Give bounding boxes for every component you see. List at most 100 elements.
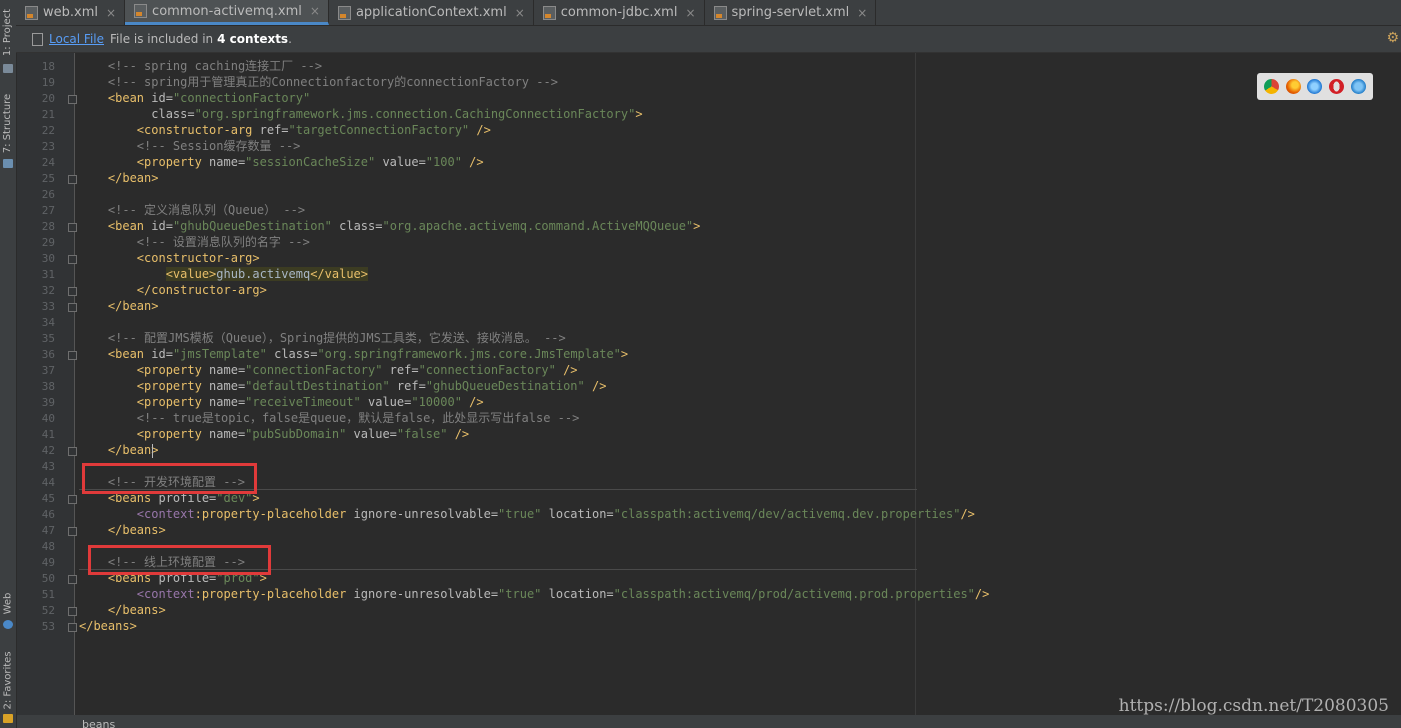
gear-icon[interactable]: ⚙ (1386, 30, 1399, 46)
annotation-box-prod (88, 545, 271, 575)
opera-icon[interactable] (1329, 79, 1345, 94)
close-icon[interactable]: × (515, 6, 525, 20)
code-editor[interactable]: 18 19 20 21 22 23 24 25 26 27 28 29 30 31 32 33 34 35 36 37… (17, 53, 1401, 715)
code-line: <context:property-placeholder ignore-unr… (136, 587, 990, 601)
code-line: class="org.springframework.jms.connectio… (151, 107, 643, 121)
code-line: <!-- 定义消息队列（Queue） --> (107, 203, 306, 217)
favorites-tool-tab[interactable]: 2: Favorites (0, 648, 16, 712)
close-icon[interactable]: × (106, 6, 116, 20)
context-info-bar: Local File File is included in 4 context… (16, 26, 1401, 53)
code-line: <!-- true是topic，false是queue，默认是false，此处显… (136, 411, 580, 425)
fold-marker[interactable] (68, 495, 77, 504)
line-number: 21 (41, 108, 55, 121)
close-icon[interactable]: × (857, 6, 867, 20)
line-number: 32 (41, 284, 55, 297)
xml-file-icon (134, 4, 148, 18)
info-text: File is included in (110, 32, 214, 46)
xml-file-icon (542, 5, 556, 20)
code-line: <!-- spring caching连接工厂 --> (107, 59, 323, 73)
structure-icon (3, 159, 13, 168)
code-line: </constructor-arg> (136, 283, 267, 297)
line-number: 22 (41, 124, 55, 137)
line-number: 45 (41, 492, 55, 505)
line-number: 30 (41, 252, 55, 265)
line-number: 24 (41, 156, 55, 169)
close-icon[interactable]: × (310, 4, 320, 18)
line-number: 19 (41, 76, 55, 89)
tab-spring-servlet-xml[interactable]: spring-servlet.xml × (705, 0, 877, 25)
code-line: <!-- Session缓存数量 --> (136, 139, 301, 153)
fold-marker[interactable] (68, 351, 77, 360)
ie-icon[interactable] (1350, 79, 1366, 94)
local-file-link[interactable]: Local File (49, 32, 104, 46)
line-number: 36 (41, 348, 55, 361)
fold-marker[interactable] (68, 527, 77, 536)
line-number: 50 (41, 572, 55, 585)
tab-common-jdbc-xml[interactable]: common-jdbc.xml × (534, 0, 705, 25)
line-number: 33 (41, 300, 55, 313)
fold-marker[interactable] (68, 447, 77, 456)
fold-marker[interactable] (68, 95, 77, 104)
web-tool-tab[interactable]: Web (0, 588, 16, 618)
code-line: </beans> (107, 603, 166, 617)
context-count: 4 contexts (217, 32, 289, 46)
tab-common-activemq-xml[interactable]: common-activemq.xml × (125, 0, 329, 25)
code-line: <value>ghub.activemq</value> (165, 267, 368, 281)
line-number: 28 (41, 220, 55, 233)
code-line: <bean id="connectionFactory" (107, 91, 311, 105)
line-number: 44 (41, 476, 55, 489)
line-number: 27 (41, 204, 55, 217)
close-icon[interactable]: × (685, 6, 695, 20)
fold-marker[interactable] (68, 575, 77, 584)
chrome-icon[interactable] (1264, 79, 1280, 94)
breadcrumb-item[interactable]: beans (82, 718, 115, 728)
breadcrumb-bar: beans (17, 715, 1401, 728)
line-number: 31 (41, 268, 55, 281)
structure-tool-tab[interactable]: 7: Structure (0, 90, 16, 156)
line-number: 47 (41, 524, 55, 537)
code-line: <bean id="ghubQueueDestination" class="o… (107, 219, 701, 233)
safari-icon[interactable] (1307, 79, 1323, 94)
line-number: 35 (41, 332, 55, 345)
code-line: </beans> (79, 619, 137, 633)
fold-marker[interactable] (68, 223, 77, 232)
line-number: 51 (41, 588, 55, 601)
code-line: <constructor-arg ref="targetConnectionFa… (136, 123, 491, 137)
firefox-icon[interactable] (1285, 79, 1301, 94)
fold-marker[interactable] (68, 255, 77, 264)
fold-marker[interactable] (68, 303, 77, 312)
file-icon (32, 32, 43, 46)
editor-tab-bar: web.xml × common-activemq.xml × applicatio… (16, 0, 1401, 26)
tool-window-strip: 1: Project 7: Structure Web 2: Favorites (0, 0, 17, 728)
fold-marker[interactable] (68, 175, 77, 184)
code-line: <context:property-placeholder ignore-unr… (136, 507, 975, 521)
fold-marker[interactable] (68, 607, 77, 616)
line-number: 43 (41, 460, 55, 473)
code-line: <bean id="jmsTemplate" class="org.spring… (107, 347, 629, 361)
code-line: </beans> (107, 523, 166, 537)
tab-applicationcontext-xml[interactable]: applicationContext.xml × (329, 0, 534, 25)
line-number: 52 (41, 604, 55, 617)
fold-marker[interactable] (68, 287, 77, 296)
tab-web-xml[interactable]: web.xml × (16, 0, 126, 25)
code-line: <!-- 配置JMS模板（Queue），Spring提供的JMS工具类，它发送、… (107, 331, 566, 345)
code-line: <property name="receiveTimeout" value="1… (136, 395, 484, 409)
line-number: 37 (41, 364, 55, 377)
code-line: </bean> (107, 171, 159, 185)
code-line: <!-- 设置消息队列的名字 --> (136, 235, 310, 249)
line-number: 49 (41, 556, 55, 569)
line-number: 48 (41, 540, 55, 553)
xml-file-icon (337, 5, 351, 20)
right-margin-guide (915, 53, 916, 715)
line-number: 46 (41, 508, 55, 521)
code-line: </bean> (107, 299, 159, 313)
code-line: <!-- spring用于管理真正的Connectionfactory的conn… (107, 75, 558, 89)
xml-file-icon (713, 5, 727, 20)
line-number: 41 (41, 428, 55, 441)
project-tool-tab[interactable]: 1: Project (0, 2, 16, 62)
line-number: 42 (41, 444, 55, 457)
line-number: 20 (41, 92, 55, 105)
code-line: </bean> (107, 443, 159, 457)
line-number: 29 (41, 236, 55, 249)
fold-marker[interactable] (68, 623, 77, 632)
